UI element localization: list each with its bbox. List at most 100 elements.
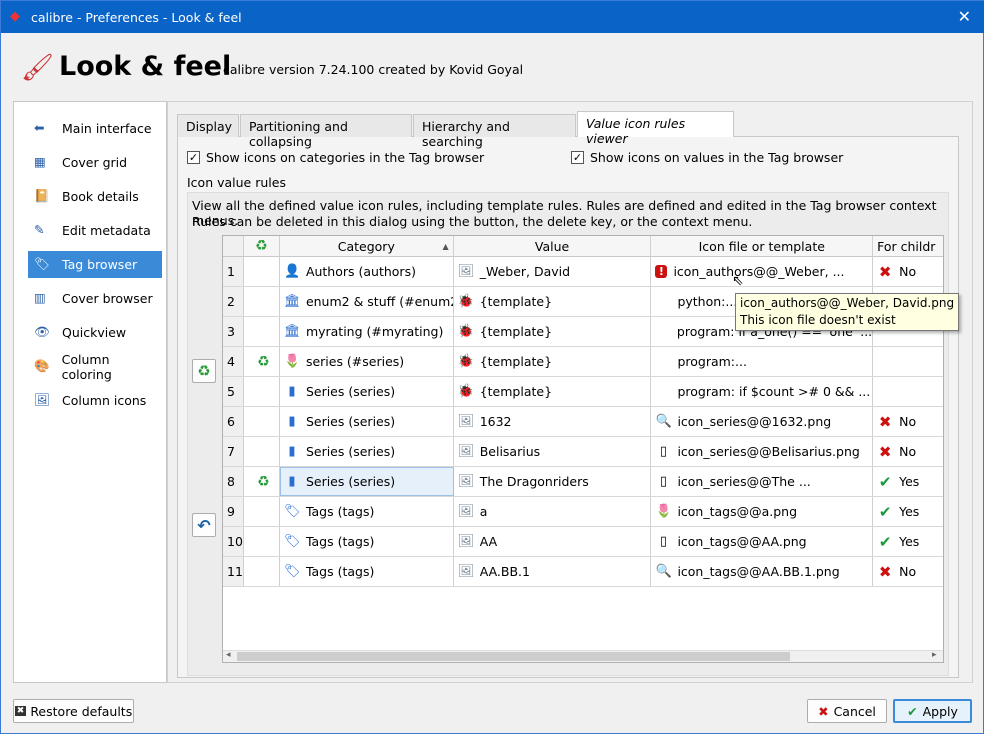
tooltip-line-1: icon_authors@@_Weber, David.png <box>740 296 955 310</box>
value-cell[interactable]: 🐞 {template} <box>454 287 652 316</box>
children-header[interactable]: For childr <box>873 236 943 256</box>
value-header[interactable]: Value <box>454 236 652 256</box>
icon-cell[interactable]: program: if $count ># 0 && ... <box>651 377 874 406</box>
icon-cell[interactable]: ▯ icon_series@@Belisarius.png <box>651 437 874 466</box>
restore-defaults-button[interactable]: ✖ Restore defaults <box>13 699 134 723</box>
recycle-icon[interactable] <box>244 377 280 406</box>
children-cell[interactable]: ✖ No <box>873 407 943 436</box>
checkbox[interactable]: ✓ <box>571 151 584 164</box>
icon-cell[interactable]: 🔍 icon_tags@@AA.BB.1.png <box>651 557 874 586</box>
icon-cell[interactable]: program:... <box>651 347 874 376</box>
icon-cell[interactable]: ▯ icon_series@@The ... <box>651 467 874 496</box>
value-cell[interactable]: 🖼 a <box>454 497 652 526</box>
apply-label: Apply <box>922 703 958 719</box>
show-value-icons-checkbox[interactable]: ✓ Show icons on values in the Tag browser <box>571 150 843 165</box>
category-cell[interactable]: 🏷 Tags (tags) <box>280 497 454 526</box>
sidebar-item-column-coloring[interactable]: 🎨 Column coloring <box>28 352 162 382</box>
children-cell[interactable]: ✔ Yes <box>873 527 943 556</box>
sidebar-item-column-icons[interactable]: 🖼 Column icons <box>28 387 162 414</box>
children-cell[interactable]: ✖ No <box>873 257 943 286</box>
category-cell[interactable]: ▮ Series (series) <box>280 437 454 466</box>
value-cell[interactable]: 🖼 AA.BB.1 <box>454 557 652 586</box>
children-status-icon: ✖ <box>878 412 892 431</box>
sidebar-item-book-details[interactable]: 📔 Book details <box>28 183 162 210</box>
icon-cell[interactable]: 🔍 icon_series@@1632.png <box>651 407 874 436</box>
close-button[interactable]: ✕ <box>958 7 971 26</box>
table-row[interactable]: 6 ▮ Series (series) 🖼 1632 🔍 icon_series@@1… <box>223 407 943 437</box>
children-cell[interactable]: ✔ Yes <box>873 467 943 496</box>
children-status-icon: ✔ <box>878 532 892 551</box>
category-cell[interactable]: 🏛 myrating (#myrating) <box>280 317 454 346</box>
delete-rule-button[interactable]: ♻ <box>192 359 216 383</box>
value-text: AA <box>479 534 498 549</box>
sidebar-item-main-interface[interactable]: ⬅ Main interface <box>28 115 162 142</box>
undo-button[interactable]: ↶ <box>192 513 216 537</box>
recycle-icon[interactable] <box>244 287 280 316</box>
recycle-icon[interactable]: ♻ <box>244 347 280 376</box>
table-row[interactable]: 10 🏷 Tags (tags) 🖼 AA ▯ icon_tags@@AA.png ✔… <box>223 527 943 557</box>
scroll-left-icon[interactable]: ◂ <box>226 650 231 660</box>
value-cell[interactable]: 🖼 AA <box>454 527 652 556</box>
table-row[interactable]: 8 ♻ ▮ Series (series) 🖼 The Dragonriders ▯… <box>223 467 943 497</box>
tab-hierarchy[interactable]: Hierarchy and searching <box>413 114 576 149</box>
value-cell[interactable]: 🐞 {template} <box>454 317 652 346</box>
category-cell[interactable]: ▮ Series (series) <box>280 407 454 436</box>
category-cell[interactable]: 🌷 series (#series) <box>280 347 454 376</box>
value-icon: 🐞 <box>457 354 474 369</box>
sidebar-item-quickview[interactable]: 👁 Quickview <box>28 319 162 346</box>
icon-header[interactable]: Icon file or template <box>651 236 874 256</box>
children-cell[interactable]: ✖ No <box>873 557 943 586</box>
icon-cell[interactable]: ▯ icon_tags@@AA.png <box>651 527 874 556</box>
category-cell[interactable]: 🏷 Tags (tags) <box>280 557 454 586</box>
value-cell[interactable]: 🖼 Belisarius <box>454 437 652 466</box>
recycle-icon[interactable] <box>244 317 280 346</box>
value-icon: 🐞 <box>457 384 474 399</box>
tab-partitioning[interactable]: Partitioning and collapsing <box>240 114 412 149</box>
value-cell[interactable]: 🐞 {template} <box>454 377 652 406</box>
checkbox[interactable]: ✓ <box>187 151 200 164</box>
category-cell[interactable]: 👤 Authors (authors) <box>280 257 454 286</box>
apply-button[interactable]: ✔ Apply <box>893 699 972 723</box>
scroll-right-icon[interactable]: ▸ <box>932 650 937 660</box>
category-cell[interactable]: 🏛 enum2 & stuff (#enum2) <box>280 287 454 316</box>
value-cell[interactable]: 🖼 1632 <box>454 407 652 436</box>
recycle-icon[interactable] <box>244 557 280 586</box>
tab-display[interactable]: Display <box>177 114 239 137</box>
cancel-button[interactable]: ✖ Cancel <box>807 699 887 723</box>
sidebar-item-cover-grid[interactable]: ▦ Cover grid <box>28 149 162 176</box>
table-row[interactable]: 7 ▮ Series (series) 🖼 Belisarius ▯ icon_ser… <box>223 437 943 467</box>
icon-cell[interactable]: 🌷 icon_tags@@a.png <box>651 497 874 526</box>
icon-text: program:... <box>677 354 747 369</box>
tab-value-icon-rules[interactable]: Value icon rules viewer <box>577 111 734 146</box>
value-icon: 🐞 <box>457 294 474 309</box>
value-cell[interactable]: 🐞 {template} <box>454 347 652 376</box>
icon-cell[interactable]: ! icon_authors@@_Weber, ... <box>651 257 874 286</box>
scrollbar-thumb[interactable] <box>237 652 790 661</box>
recycle-icon[interactable] <box>244 407 280 436</box>
recycle-header-icon[interactable]: ♻ <box>244 236 280 256</box>
children-cell[interactable]: ✔ Yes <box>873 497 943 526</box>
sidebar-item-edit-metadata[interactable]: ✎ Edit metadata <box>28 217 162 244</box>
children-cell[interactable] <box>873 347 943 376</box>
show-category-icons-checkbox[interactable]: ✓ Show icons on categories in the Tag bro… <box>187 150 484 165</box>
recycle-icon[interactable]: ♻ <box>244 467 280 496</box>
sidebar-item-cover-browser[interactable]: ▥ Cover browser <box>28 285 162 312</box>
category-cell[interactable]: 🏷 Tags (tags) <box>280 527 454 556</box>
recycle-icon[interactable] <box>244 527 280 556</box>
children-cell[interactable]: ✖ No <box>873 437 943 466</box>
children-cell[interactable] <box>873 377 943 406</box>
table-row[interactable]: 4 ♻ 🌷 series (#series) 🐞 {template} progra… <box>223 347 943 377</box>
recycle-icon[interactable] <box>244 437 280 466</box>
category-header[interactable]: Category ▲ <box>280 236 454 256</box>
table-row[interactable]: 1 👤 Authors (authors) 🖼 _Weber, David ! ico… <box>223 257 943 287</box>
recycle-icon[interactable] <box>244 497 280 526</box>
table-row[interactable]: 5 ▮ Series (series) 🐞 {template} program: … <box>223 377 943 407</box>
recycle-icon[interactable] <box>244 257 280 286</box>
value-cell[interactable]: 🖼 _Weber, David <box>454 257 652 286</box>
category-cell[interactable]: ▮ Series (series) <box>280 377 454 406</box>
table-row[interactable]: 11 🏷 Tags (tags) 🖼 AA.BB.1 🔍 icon_tags@@AA.… <box>223 557 943 587</box>
value-cell[interactable]: 🖼 The Dragonriders <box>454 467 652 496</box>
sidebar-item-tag-browser[interactable]: 🏷 Tag browser <box>28 251 162 278</box>
category-cell[interactable]: ▮ Series (series) <box>279 467 454 496</box>
table-row[interactable]: 9 🏷 Tags (tags) 🖼 a 🌷 icon_tags@@a.png ✔ Yes <box>223 497 943 527</box>
